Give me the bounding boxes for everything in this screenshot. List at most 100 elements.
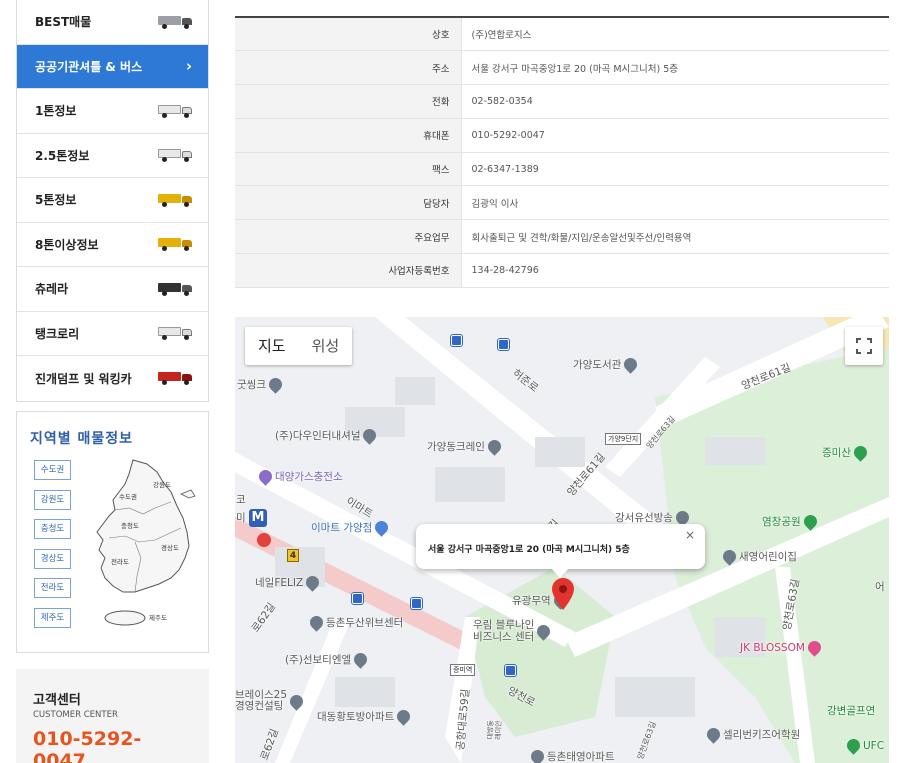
bus-stop-icon[interactable] xyxy=(352,593,363,604)
place-pin-icon xyxy=(528,747,547,763)
field-label: 사업자등록번호 xyxy=(235,253,461,288)
poi-gayang-library[interactable]: 가양도서관 xyxy=(573,355,641,374)
customer-center-phone[interactable]: 010-5292-0047 xyxy=(33,728,192,763)
poi-emart[interactable]: 이마트 가양점 xyxy=(311,518,392,537)
poi-dungchon-taeyeong[interactable]: 등촌태영아파트 xyxy=(528,747,615,763)
poi-gayang-crane[interactable]: 가양동크레인 xyxy=(427,437,504,456)
subway-station-icon[interactable]: M xyxy=(249,509,267,527)
field-value: 02-582-0354 xyxy=(460,84,889,119)
poi-sunbo[interactable]: (주)선보티엔엘 xyxy=(285,650,370,669)
map-label-jeju: 제주도 xyxy=(149,614,167,622)
field-label: 담당자 xyxy=(235,185,461,221)
shopping-pin-icon xyxy=(372,518,392,537)
location-marker-icon[interactable] xyxy=(552,578,574,610)
poi-daeyang-gas[interactable]: 대양가스충전소 xyxy=(256,467,343,486)
bus-stop-icon[interactable] xyxy=(505,665,516,676)
poi-daedong[interactable]: 대동황토방아파트 xyxy=(317,707,413,726)
poi-yeomchang-park[interactable]: 염창공원 xyxy=(762,512,820,531)
chevron-right-icon: › xyxy=(185,57,192,76)
truck-icon xyxy=(158,237,192,252)
map-label-jeolla: 전라도 xyxy=(111,557,129,566)
truck-icon xyxy=(158,15,192,29)
field-value: 회사출퇴근 및 견학/화물/지입/운송알선및주선/인력용역 xyxy=(460,219,889,255)
table-row: 팩스 02-6347-1389 xyxy=(235,152,889,187)
bus-stop-icon[interactable] xyxy=(498,339,509,350)
poi-daum-interior[interactable]: (주)다우인터내셔널 xyxy=(275,426,380,445)
region-button-list: 수도권 강원도 충청도 경상도 전라도 제주도 xyxy=(34,460,71,637)
map-label-chungcheong: 충청도 xyxy=(121,521,139,530)
satellite-view-button[interactable]: 위성 xyxy=(299,327,353,365)
truck-icon xyxy=(158,193,192,207)
menu-item-dump[interactable]: 진개덤프 및 워킹카 xyxy=(17,356,208,401)
bus-stop-icon[interactable] xyxy=(411,598,422,609)
table-row: 주요업무 회사출퇴근 및 견학/화물/지입/운송알선및주선/인력용역 xyxy=(235,219,889,255)
truck-icon xyxy=(158,104,192,118)
map-label-gangwon: 강원도 xyxy=(153,480,171,489)
menu-item-1ton[interactable]: 1톤정보 xyxy=(17,89,208,134)
field-value: 02-6347-1389 xyxy=(460,152,889,187)
place-pin-icon xyxy=(394,707,413,726)
bus-stop-icon[interactable] xyxy=(451,335,462,346)
field-label: 전화 xyxy=(235,84,461,119)
place-pin-icon xyxy=(266,375,285,394)
place-pin-icon xyxy=(351,650,370,669)
company-info-table: 상호 (주)연합로지스 주소 서울 강서구 마곡중앙1로 20 (마곡 M시그니처)… xyxy=(235,16,889,288)
menu-item-5ton[interactable]: 5톤정보 xyxy=(17,178,208,223)
map-view-button[interactable]: 지도 xyxy=(245,327,299,365)
fullscreen-button[interactable] xyxy=(845,327,883,365)
poi-goodsink[interactable]: 굿씽크 xyxy=(237,375,285,394)
region-button-capital[interactable]: 수도권 xyxy=(34,460,71,480)
poi-neil-feliz[interactable]: 네일FELIZ xyxy=(255,573,322,592)
poi-ufc[interactable]: UFC xyxy=(844,736,884,755)
region-button-chungcheong[interactable]: 충청도 xyxy=(34,519,71,539)
park-pin-icon xyxy=(844,736,863,755)
address-info-window: 서울 강서구 마곡중앙1로 20 (마곡 M시그니처) 5층 × xyxy=(416,524,705,578)
road-label: 대방동 래미안 xyxy=(486,720,503,740)
poi-brace[interactable]: 브레이스25 경영컨설팅 xyxy=(235,690,306,712)
menu-item-2-5ton[interactable]: 2.5톤정보 xyxy=(17,133,208,178)
field-label: 팩스 xyxy=(235,152,461,187)
fullscreen-icon xyxy=(856,338,872,354)
menu-item-label: 진개덤프 및 워킹카 xyxy=(35,371,132,386)
menu-item-label: 공공기관셔틀 & 버스 xyxy=(35,59,143,74)
menu-item-best[interactable]: BEST매물 xyxy=(17,0,208,45)
map-type-control: 지도 위성 xyxy=(245,327,353,365)
gas-station-icon xyxy=(256,467,275,486)
poi-jk-blossom[interactable]: JK BLOSSOM xyxy=(740,638,824,657)
poi-gangseo-broadcast[interactable]: 강서유선방송 xyxy=(615,508,692,527)
map-tag: 가양9단지 xyxy=(605,433,642,445)
field-label: 휴대폰 xyxy=(235,118,461,153)
location-map[interactable]: 지도 위성 가양도서관 굿씽크 (주)다우인터내셔널 가양동크레인 대양가스충전… xyxy=(235,317,889,763)
menu-item-8ton[interactable]: 8톤이상정보 xyxy=(17,222,208,267)
region-button-jeolla[interactable]: 전라도 xyxy=(34,578,71,598)
restaurant-icon[interactable] xyxy=(257,533,271,547)
menu-item-shuttle-bus[interactable]: 공공기관셔틀 & 버스 › xyxy=(17,44,208,89)
poi-jeungmisan[interactable]: 증미산 xyxy=(822,443,870,462)
poi-saeyoung-daycare[interactable]: 새영어린이집 xyxy=(720,547,797,566)
truck-icon xyxy=(158,148,192,163)
field-label: 상호 xyxy=(235,17,461,52)
menu-item-label: 8톤이상정보 xyxy=(35,237,99,252)
map-label-gyeongsang: 경상도 xyxy=(161,543,179,552)
region-title: 지역별 매물정보 xyxy=(30,431,134,447)
menu-item-label: 츄레라 xyxy=(35,282,69,297)
region-button-gyeongsang[interactable]: 경상도 xyxy=(34,548,71,569)
region-button-jeju[interactable]: 제주도 xyxy=(34,607,71,628)
field-label: 주요업무 xyxy=(235,219,461,255)
customer-center-title: 고객센터 xyxy=(33,693,81,708)
poi-selly-kids[interactable]: 셀리번키즈어학원 xyxy=(704,725,800,744)
category-menu: BEST매물 공공기관셔틀 & 버스 › 1톤정보 2.5톤정보 5톤정보 8톤… xyxy=(16,0,209,402)
park-pin-icon xyxy=(800,512,820,531)
poi-gangbyeon-golf[interactable]: 강변골프연 xyxy=(827,703,875,718)
map-label-capital: 수도권 xyxy=(119,493,137,501)
korea-map[interactable]: 수도권 강원도 충청도 경상도 전라도 제주도 xyxy=(85,458,197,636)
poi-dungchon-center[interactable]: 등촌두산위브센터 xyxy=(307,613,403,632)
region-button-gangwon[interactable]: 강원도 xyxy=(34,489,71,510)
table-row: 전화 02-582-0354 xyxy=(235,84,889,119)
menu-item-tank-lorry[interactable]: 탱크로리 xyxy=(17,311,208,356)
close-icon[interactable]: × xyxy=(685,528,695,542)
menu-item-trailer[interactable]: 츄레라 xyxy=(17,267,208,312)
poi-woorim[interactable]: 우림 블루나인 비즈니스 센터 xyxy=(473,619,554,643)
menu-item-label: 2.5톤정보 xyxy=(35,148,90,163)
menu-item-label: BEST매물 xyxy=(35,15,92,30)
